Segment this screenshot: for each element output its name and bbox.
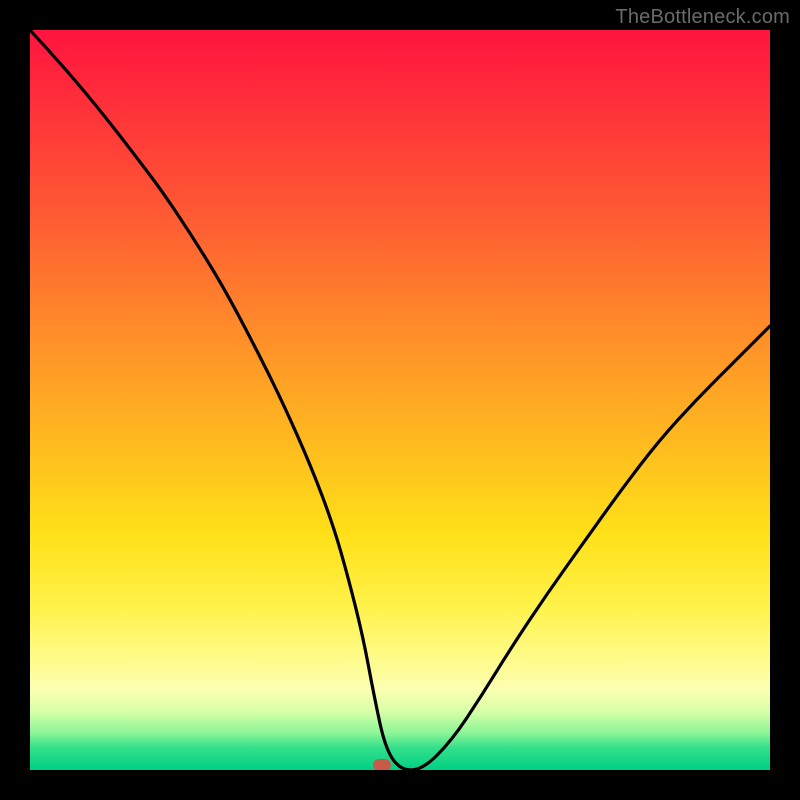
plot-area — [30, 30, 770, 770]
watermark-text: TheBottleneck.com — [615, 6, 790, 29]
chart-frame: TheBottleneck.com — [0, 0, 800, 800]
minimum-marker — [373, 759, 391, 770]
bottleneck-curve — [30, 30, 770, 770]
